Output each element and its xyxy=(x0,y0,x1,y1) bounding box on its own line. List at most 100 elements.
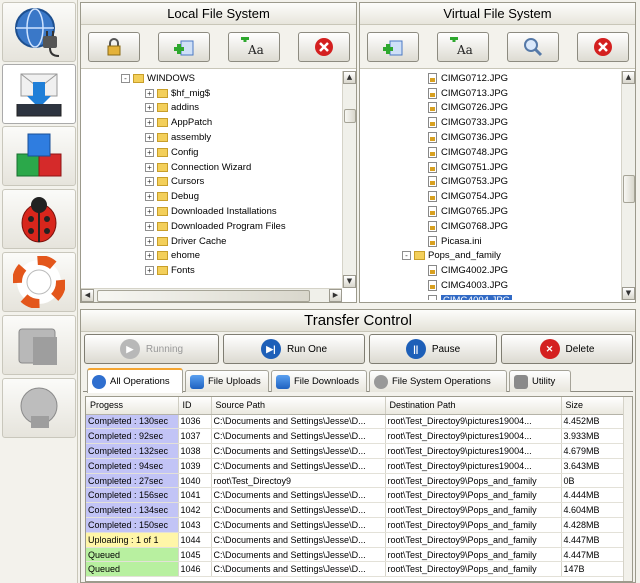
tree-item[interactable]: + addins xyxy=(81,101,342,116)
tree-item[interactable]: - Pops_and_family xyxy=(360,249,621,264)
expand-icon[interactable]: + xyxy=(145,177,154,187)
tree-item[interactable]: + Cursors xyxy=(81,175,342,190)
rename-button[interactable]: Aa xyxy=(227,31,280,62)
tree-item[interactable]: CIMG0712.JPG xyxy=(360,71,621,86)
launcher-modules-button[interactable] xyxy=(2,126,76,186)
scroll-left-button[interactable]: ◀ xyxy=(81,289,94,302)
tree-item[interactable]: CIMG0713.JPG xyxy=(360,86,621,101)
tree-item[interactable]: CIMG0765.JPG xyxy=(360,204,621,219)
local-horizontal-scrollbar[interactable]: ◀ ▶ xyxy=(81,288,342,302)
table-row[interactable]: Uploading : 1 of 1 1044 C:\Documents and S… xyxy=(86,532,627,548)
tree-item[interactable]: CIMG0733.JPG xyxy=(360,115,621,130)
local-vertical-scrollbar[interactable]: ▲ ▼ xyxy=(342,71,356,288)
rename-button[interactable]: Aa xyxy=(436,31,489,62)
tree-item[interactable]: CIMG4002.JPG xyxy=(360,263,621,278)
tab-all-operations[interactable]: All Operations xyxy=(87,368,183,393)
expand-icon[interactable]: + xyxy=(145,207,154,217)
running-button[interactable]: ▶ Running xyxy=(84,334,219,364)
virtual-vertical-scrollbar[interactable]: ▲ ▼ xyxy=(621,71,635,300)
tree-item[interactable]: + Fonts xyxy=(81,263,342,278)
tree-item[interactable]: + Downloaded Program Files xyxy=(81,219,342,234)
tab-file-uploads[interactable]: File Uploads xyxy=(185,370,269,392)
column-header-progress[interactable]: Progess xyxy=(86,397,179,415)
scroll-down-button[interactable]: ▼ xyxy=(343,275,356,288)
scroll-down-button[interactable]: ▼ xyxy=(622,287,635,300)
table-row[interactable]: Completed : 130sec 1036 C:\Documents and S… xyxy=(86,414,627,430)
add-folder-button[interactable] xyxy=(157,31,210,62)
tree-item[interactable]: CIMG0753.JPG xyxy=(360,175,621,190)
expand-icon[interactable]: + xyxy=(145,266,154,276)
scroll-thumb[interactable] xyxy=(623,175,635,203)
tree-item[interactable]: CIMG0754.JPG xyxy=(360,189,621,204)
table-vertical-scrollbar[interactable] xyxy=(623,397,632,581)
expand-icon[interactable]: + xyxy=(145,133,154,143)
table-row[interactable]: Completed : 156sec 1041 C:\Documents and S… xyxy=(86,487,627,504)
local-tree[interactable]: - WINDOWS + $hf_mig$ + addins + AppPatch + assemb… xyxy=(81,71,342,288)
table-row[interactable]: Queued 1045 C:\Documents and Settings\Jess… xyxy=(86,547,627,563)
expand-icon[interactable]: + xyxy=(145,221,154,231)
lock-button[interactable] xyxy=(87,31,140,62)
delete-local-button[interactable] xyxy=(297,31,350,62)
tree-item[interactable]: + Downloaded Installations xyxy=(81,204,342,219)
expand-icon[interactable]: + xyxy=(145,162,154,172)
table-row[interactable]: Completed : 92sec 1037 C:\Documents and Se… xyxy=(86,428,627,445)
column-header-size[interactable]: Size xyxy=(561,397,627,415)
scroll-right-button[interactable]: ▶ xyxy=(329,289,342,302)
tree-item[interactable]: CIMG0726.JPG xyxy=(360,101,621,116)
tree-item[interactable]: + Debug xyxy=(81,189,342,204)
tree-item[interactable]: + ehome xyxy=(81,249,342,264)
table-row[interactable]: Completed : 94sec 1039 C:\Documents and Se… xyxy=(86,458,627,474)
table-row[interactable]: Completed : 150sec 1043 C:\Documents and S… xyxy=(86,517,627,533)
expand-icon[interactable]: + xyxy=(145,118,154,128)
add-folder-button[interactable] xyxy=(366,31,419,62)
expand-icon[interactable]: + xyxy=(145,192,154,202)
launcher-debug-button[interactable] xyxy=(2,189,76,249)
tree-item[interactable]: + Config xyxy=(81,145,342,160)
tree-item[interactable]: + Connection Wizard xyxy=(81,160,342,175)
delete-transfer-button[interactable]: ✕ Delete xyxy=(501,334,633,364)
launcher-disk-button[interactable] xyxy=(2,315,76,375)
tree-item[interactable]: - WINDOWS xyxy=(81,71,342,86)
launcher-disk-alt-button[interactable] xyxy=(2,378,76,438)
table-row[interactable]: Completed : 27sec 1040 root\Test_Directoy9… xyxy=(86,473,627,489)
column-header-id[interactable]: ID xyxy=(178,397,212,415)
tree-item[interactable]: Picasa.ini xyxy=(360,234,621,249)
expand-icon[interactable]: + xyxy=(145,251,154,261)
scroll-up-button[interactable]: ▲ xyxy=(622,71,635,84)
table-row[interactable]: Completed : 134sec 1042 C:\Documents and S… xyxy=(86,502,627,519)
virtual-tree[interactable]: CIMG0712.JPG CIMG0713.JPG CIMG0726.JPG CIMG… xyxy=(360,71,621,300)
tab-utility[interactable]: Utility xyxy=(509,370,571,392)
table-row[interactable]: Completed : 132sec 1038 C:\Documents and S… xyxy=(86,443,627,459)
table-row[interactable]: Queued 1046 C:\Documents and Settings\Jess… xyxy=(86,561,627,578)
search-button[interactable] xyxy=(506,31,559,62)
tree-item[interactable]: + AppPatch xyxy=(81,115,342,130)
collapse-icon[interactable]: - xyxy=(121,73,130,83)
collapse-icon[interactable]: - xyxy=(402,251,411,261)
tree-item[interactable]: + assembly xyxy=(81,130,342,145)
expand-icon[interactable]: + xyxy=(145,147,154,157)
expand-icon[interactable]: + xyxy=(145,103,154,113)
tab-file-downloads[interactable]: File Downloads xyxy=(271,370,367,392)
launcher-network-button[interactable] xyxy=(2,2,76,62)
scroll-thumb[interactable] xyxy=(344,109,356,123)
column-header-destination-path[interactable]: Destination Path xyxy=(385,397,562,415)
tree-item[interactable]: + $hf_mig$ xyxy=(81,86,342,101)
tab-file-system-operations[interactable]: File System Operations xyxy=(369,370,507,392)
expand-icon[interactable]: + xyxy=(145,88,154,98)
tree-item[interactable]: CIMG4003.JPG xyxy=(360,278,621,293)
tree-item[interactable]: CIMG0751.JPG xyxy=(360,160,621,175)
expand-icon[interactable]: + xyxy=(145,236,154,246)
scroll-thumb[interactable] xyxy=(97,290,310,302)
launcher-transfer-button[interactable] xyxy=(2,64,76,124)
tree-item[interactable]: CIMG0768.JPG xyxy=(360,219,621,234)
tree-item[interactable]: CIMG0748.JPG xyxy=(360,145,621,160)
scroll-up-button[interactable]: ▲ xyxy=(343,71,356,84)
tree-item[interactable]: + Driver Cache xyxy=(81,234,342,249)
tree-item[interactable]: CIMG4004.JPG xyxy=(360,293,621,300)
pause-button[interactable]: || Pause xyxy=(369,334,497,364)
column-header-source-path[interactable]: Source Path xyxy=(211,397,386,415)
tree-item[interactable]: CIMG0736.JPG xyxy=(360,130,621,145)
run-one-button[interactable]: ▶| Run One xyxy=(223,334,365,364)
launcher-help-button[interactable] xyxy=(2,252,76,312)
delete-virtual-button[interactable] xyxy=(576,31,629,62)
